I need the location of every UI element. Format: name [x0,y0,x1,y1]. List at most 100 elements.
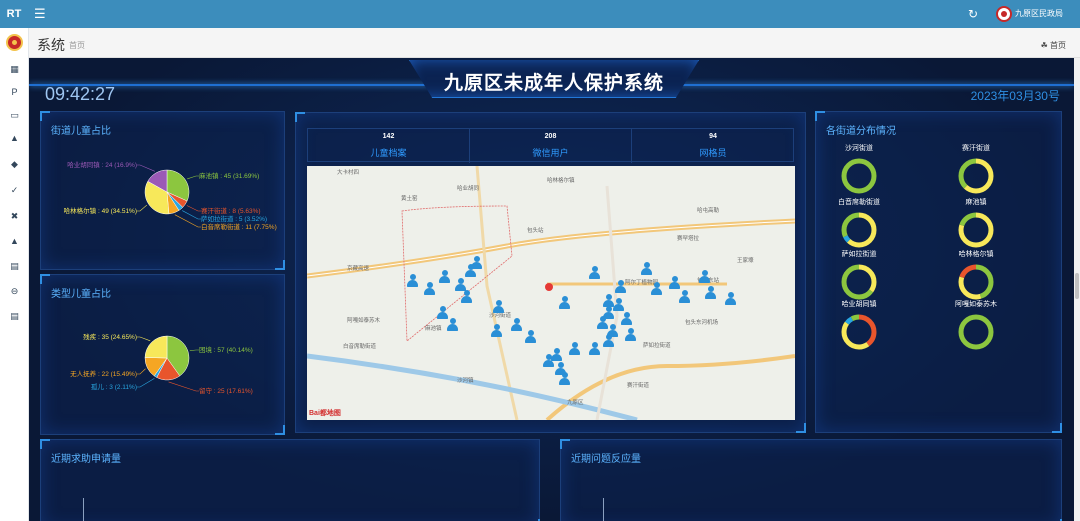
person-marker-icon[interactable] [569,342,580,355]
bar-chart-icon[interactable]: ▦ [8,64,21,74]
district-name: 赛汗街道 [962,145,990,152]
person-marker-icon[interactable] [725,292,736,305]
district-donut[interactable] [839,156,879,196]
person-marker-icon[interactable] [543,354,554,367]
flask-icon[interactable]: ▲ [8,236,21,246]
district-donut[interactable] [839,262,879,302]
person-marker-icon[interactable] [407,274,418,287]
tag-icon[interactable]: ◆ [8,159,21,169]
bolt-icon[interactable]: ✓ [8,185,21,195]
person-marker-icon[interactable] [613,298,624,311]
district-name: 哈业胡同镇 [841,301,877,308]
hamburger-icon[interactable]: ☰ [34,0,46,28]
person-marker-icon[interactable] [699,270,710,283]
map-place: 黄土窑 [401,196,418,202]
id-card-icon[interactable]: ▭ [8,110,21,120]
pie-label: 孤儿 : 3 (2.11%) [91,382,137,391]
person-marker-icon[interactable] [615,280,626,293]
person-marker-icon[interactable] [705,286,716,299]
pie-label: 哈林格尔镇 : 49 (34.51%) [64,206,137,215]
scroll-thumb[interactable] [1075,273,1079,299]
map-panel: 142 儿童档案 208 微信用户 94 网格员 大卡村四 黄土窑 哈业胡同 阿嘎如泰… [295,112,806,433]
district-name: 阿嘎如泰苏木 [955,301,997,308]
chart-axis [603,498,604,521]
person-marker-icon[interactable] [621,312,632,325]
map-place: 大卡村四 [337,170,360,176]
street-pie-chart: 麻池镇 : 45 (31.69%) 赛汗街道 : 8 (5.63%)萨如拉街道 :… [64,160,277,231]
map-place: 包头东河机场 [685,320,719,326]
breadcrumb: 系统 首页 ☘ 首页 [29,28,1080,58]
page-title: 系统 [37,37,65,53]
person-marker-icon[interactable] [559,296,570,309]
district-name: 麻池镇 [965,199,987,206]
pie-leader-line [137,204,148,212]
person-marker-icon[interactable] [525,330,536,343]
tools-icon[interactable]: ✖ [8,211,21,221]
district-donut[interactable] [839,312,879,352]
pie-leader-line [137,164,155,172]
pie-label: 困境 : 57 (40.14%) [199,345,253,354]
top-navbar: RT ☰ ↻ 九原区民政局 [0,0,1080,28]
sidebar: ▦ P ▭ ▲ ◆ ✓ ✖ ▲ ▤ ⊖ ▤ [0,28,29,521]
map-place: 麻池镇 [425,326,442,332]
pie-slice[interactable] [144,335,168,359]
person-marker-icon[interactable] [461,290,472,303]
district-donut[interactable] [956,210,996,250]
stat-grid-workers[interactable]: 94 网格员 [632,129,794,163]
parking-icon[interactable]: P [8,87,21,97]
district-donut[interactable] [839,210,879,250]
person-marker-icon[interactable] [424,282,435,295]
panel-title: 各街道分布情况 [826,126,896,137]
circle-dash-icon[interactable]: ⊖ [8,286,21,296]
panel-title: 近期求助申请量 [51,454,121,465]
emblem-logo [6,34,23,51]
pie-leader-line [174,214,201,228]
person-marker-icon[interactable] [669,276,680,289]
user-avatar[interactable] [996,6,1012,22]
table-icon[interactable]: ▤ [8,261,21,271]
chart-axis [83,498,84,521]
user-name[interactable]: 九原区民政局 [1015,0,1063,28]
donut-segment [841,158,877,194]
baidu-map[interactable]: 大卡村四 黄土窑 哈业胡同 阿嘎如泰苏木 哈林格尔镇 麻池镇 萨如拉街道 赛汗街… [307,166,795,420]
pie-leader-line [137,378,155,388]
person-marker-icon[interactable] [651,282,662,295]
pie-leader-line [189,349,199,351]
stat-child-records[interactable]: 142 儿童档案 [308,129,470,163]
person-marker-icon[interactable] [511,318,522,331]
map-place: 白音席勒街道 [343,344,377,350]
map-place: 阿嘎如泰苏木 [347,318,381,324]
person-marker-icon[interactable] [491,324,502,337]
pie-leader-line [186,205,201,212]
person-marker-icon[interactable] [589,266,600,279]
person-marker-icon[interactable] [439,270,450,283]
brand-logo[interactable]: RT [0,0,28,28]
person-marker-icon[interactable] [447,318,458,331]
dashboard-icon: ☘ [1040,41,1048,50]
person-marker-icon[interactable] [559,372,570,385]
pie-leader-line [137,336,151,342]
donut-segment [958,314,994,350]
hierarchy-icon[interactable]: ▲ [8,133,21,143]
home-link[interactable]: ☘ 首页 [1041,40,1066,51]
map-place: 赛罕塔拉 [677,236,700,242]
district-donut[interactable] [956,262,996,302]
person-marker-icon[interactable] [589,342,600,355]
clock: 09:42:27 [45,84,116,104]
person-marker-icon[interactable] [625,328,636,341]
refresh-icon[interactable]: ↻ [968,0,978,28]
map-place: 萨如拉街道 [643,343,671,349]
map-place: 王家壕 [737,258,754,264]
district-donut[interactable] [956,312,996,352]
person-marker-icon[interactable] [641,262,652,275]
district-donut[interactable] [956,156,996,196]
person-marker-icon[interactable] [493,300,504,313]
stat-wechat-users[interactable]: 208 微信用户 [470,129,632,163]
person-marker-icon[interactable] [603,334,614,347]
scrollbar[interactable] [1074,58,1080,521]
person-marker-icon[interactable] [679,290,690,303]
list-icon[interactable]: ▤ [8,311,21,321]
person-marker-icon[interactable] [471,256,482,269]
pie-label: 萨如拉街道 : 5 (3.52%) [201,214,267,223]
baidu-map-logo: Bai都地图 [309,410,341,417]
